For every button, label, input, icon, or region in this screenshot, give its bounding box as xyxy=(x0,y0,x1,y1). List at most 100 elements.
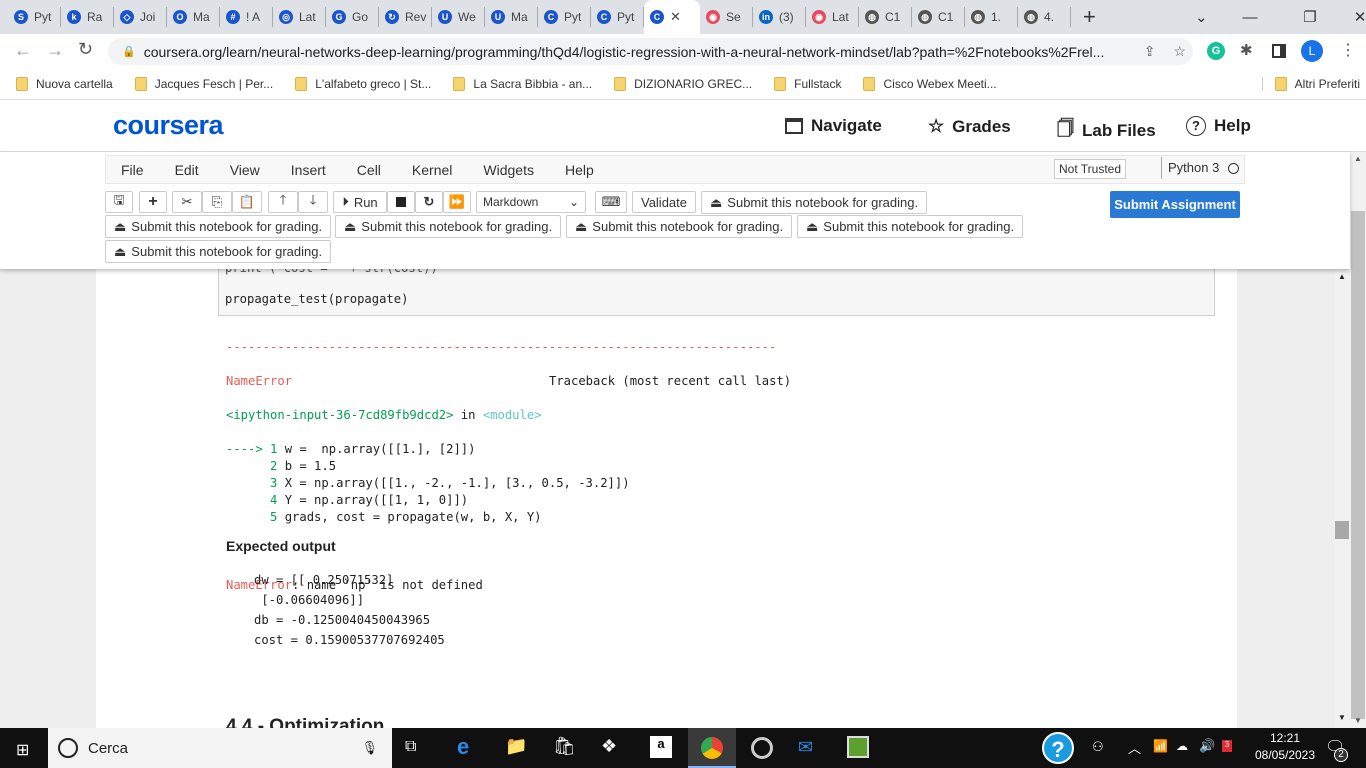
browser-tab[interactable]: ◉ Se xyxy=(700,7,753,27)
help-tray-icon[interactable]: ? xyxy=(1042,732,1074,764)
bookmark-item[interactable]: Nuova cartella xyxy=(16,76,113,91)
chrome-taskbar-button[interactable] xyxy=(688,728,736,768)
bookmark-item[interactable]: La Sacra Bibbia - an... xyxy=(453,76,592,91)
browser-tab[interactable]: ◍ C1 xyxy=(912,7,965,27)
chevron-up-icon[interactable]: ︿ xyxy=(1128,738,1141,757)
copy-button[interactable]: ⎘ xyxy=(202,191,232,213)
scroll-down-icon[interactable]: ▼ xyxy=(1338,713,1346,722)
page-scrollbar[interactable]: ▲ ▼ xyxy=(1350,152,1366,728)
mail-icon[interactable]: ✉ xyxy=(798,737,813,758)
browser-tab[interactable]: ◇ Joi xyxy=(114,7,167,27)
scroll-down-icon[interactable]: ▼ xyxy=(1354,716,1362,725)
windows-start-icon[interactable]: ⊞ xyxy=(16,740,29,760)
bookmark-item[interactable]: Jacques Fesch | Per... xyxy=(134,76,273,91)
grades-link[interactable]: ☆ Grades xyxy=(928,116,1011,137)
clock-date[interactable]: 08/05/2023 xyxy=(1246,748,1324,762)
code-cell-input[interactable]: print ("cost = " + str(cost)) propagate_… xyxy=(218,261,1215,316)
submit-assignment-button[interactable]: Submit Assignment xyxy=(1110,191,1240,218)
browser-tab[interactable]: C Pyt xyxy=(538,7,591,27)
menu-widgets[interactable]: Widgets xyxy=(483,162,534,178)
scroll-up-icon[interactable]: ▲ xyxy=(1354,154,1362,163)
browser-tab[interactable]: C Pyt xyxy=(591,7,644,27)
browser-tab[interactable]: O Ma xyxy=(167,7,220,27)
star-icon[interactable]: ☆ xyxy=(1173,43,1186,60)
submit-notebook-button[interactable]: ⏏ Submit this notebook for grading. xyxy=(335,215,562,238)
menu-icon[interactable]: ⋮ xyxy=(1340,40,1356,60)
extensions-icon[interactable]: ✱ xyxy=(1240,41,1253,59)
scroll-up-icon[interactable]: ▲ xyxy=(1338,272,1346,281)
trust-indicator[interactable]: Not Trusted xyxy=(1054,159,1127,179)
bookmark-item[interactable]: DIZIONARIO GREC... xyxy=(614,76,752,91)
menu-kernel[interactable]: Kernel xyxy=(412,162,452,178)
menu-file[interactable]: File xyxy=(121,162,144,178)
coursera-logo[interactable]: coursera xyxy=(113,110,224,141)
back-button[interactable]: ← xyxy=(14,40,32,61)
camera-app-icon[interactable] xyxy=(751,737,773,759)
bookmark-item[interactable]: L'alfabeto greco | St... xyxy=(295,76,431,91)
minimize-button[interactable]: — xyxy=(1215,9,1285,26)
browser-tab[interactable]: ◍ 4. xyxy=(1018,7,1071,27)
bookmark-item[interactable]: Cisco Webex Meeti... xyxy=(863,76,997,91)
submit-notebook-button[interactable]: ⏏ Submit this notebook for grading. xyxy=(105,215,332,238)
menu-view[interactable]: View xyxy=(230,162,260,178)
browser-tab[interactable]: ◉ Lat xyxy=(806,7,859,27)
taskbar-search[interactable]: Cerca 🎙 xyxy=(48,728,392,768)
share-icon[interactable]: ⇪ xyxy=(1144,43,1156,60)
insert-cell-button[interactable]: + xyxy=(139,191,167,213)
app-tray-icon[interactable]: 3 xyxy=(1222,740,1232,752)
wifi-icon[interactable]: 📶 xyxy=(1153,739,1168,753)
close-tab-icon[interactable]: ✕ xyxy=(670,9,681,25)
onedrive-icon[interactable]: ☁ xyxy=(1176,739,1188,753)
microphone-icon[interactable]: 🎙 xyxy=(361,740,378,756)
browser-tab[interactable]: U Ma xyxy=(485,7,538,27)
run-button[interactable]: ⏵ Run xyxy=(333,191,387,213)
bookmark-item[interactable]: Fullstack xyxy=(774,76,841,91)
submit-notebook-button[interactable]: ⏏ Submit this notebook for grading. xyxy=(105,240,332,263)
interrupt-button[interactable] xyxy=(387,191,415,213)
close-window-button[interactable]: ✕ xyxy=(1335,8,1366,26)
restore-button[interactable]: ❐ xyxy=(1285,8,1335,26)
profile-avatar[interactable]: L xyxy=(1301,40,1323,62)
tab-search-button[interactable]: ⌄ xyxy=(1195,8,1215,26)
dropbox-icon[interactable]: ❖ xyxy=(601,736,617,757)
submit-notebook-button[interactable]: ⏏ Submit this notebook for grading. xyxy=(797,215,1024,238)
grammarly-icon[interactable]: G xyxy=(1207,42,1225,60)
browser-tab[interactable]: ◎ Lat xyxy=(273,7,326,27)
validate-button[interactable]: Validate xyxy=(632,191,696,213)
menu-edit[interactable]: Edit xyxy=(175,162,199,178)
edge-icon[interactable]: e xyxy=(457,734,469,760)
file-explorer-icon[interactable]: 📁 xyxy=(505,736,527,757)
browser-tab[interactable]: in (3) xyxy=(753,7,806,27)
lab-files-link[interactable]: 🗍 Lab Files xyxy=(1057,116,1156,145)
browser-tab[interactable]: k Ra xyxy=(61,7,114,27)
browser-tab[interactable]: ◍ C1 xyxy=(859,7,912,27)
submit-notebook-button[interactable]: ⏏ Submit this notebook for grading. xyxy=(701,191,928,214)
reload-button[interactable]: ↻ xyxy=(78,39,93,60)
menu-cell[interactable]: Cell xyxy=(357,162,381,178)
browser-tab[interactable]: U We xyxy=(432,7,485,27)
move-down-button[interactable]: 🡓 xyxy=(298,191,328,213)
move-up-button[interactable]: 🡑 xyxy=(268,191,298,213)
forward-button[interactable]: → xyxy=(46,40,64,61)
people-icon[interactable]: ⚇ xyxy=(1092,739,1104,755)
help-link[interactable]: ? Help xyxy=(1186,116,1251,136)
notebook-scrollbar[interactable]: ▲ ▼ xyxy=(1334,269,1350,728)
cut-button[interactable]: ✂ xyxy=(172,191,202,213)
navigate-link[interactable]: Navigate xyxy=(785,116,882,136)
menu-help[interactable]: Help xyxy=(565,162,594,178)
browser-tab[interactable]: # ! A xyxy=(220,7,273,27)
keyboard-shortcuts-button[interactable]: ⌨ xyxy=(595,191,627,213)
volume-icon[interactable]: 🔊 xyxy=(1199,738,1215,754)
other-bookmarks[interactable]: Altri Preferiti xyxy=(1261,76,1360,91)
browser-tab[interactable]: S Pyt xyxy=(8,7,61,27)
store-icon[interactable]: 🛍 xyxy=(553,736,576,757)
clock-time[interactable]: 12:21 xyxy=(1250,731,1320,745)
browser-tab[interactable]: G Go xyxy=(326,7,379,27)
restart-button[interactable]: ↻ xyxy=(415,191,443,213)
spreadsheet-icon[interactable] xyxy=(847,736,869,758)
browser-tab[interactable]: C ✕ xyxy=(644,0,700,34)
scrollbar-thumb[interactable] xyxy=(1350,210,1366,720)
side-panel-icon[interactable] xyxy=(1272,44,1286,58)
browser-tab[interactable]: ◍ 1. xyxy=(965,7,1018,27)
browser-tab[interactable]: ↻ Rev xyxy=(379,7,432,27)
